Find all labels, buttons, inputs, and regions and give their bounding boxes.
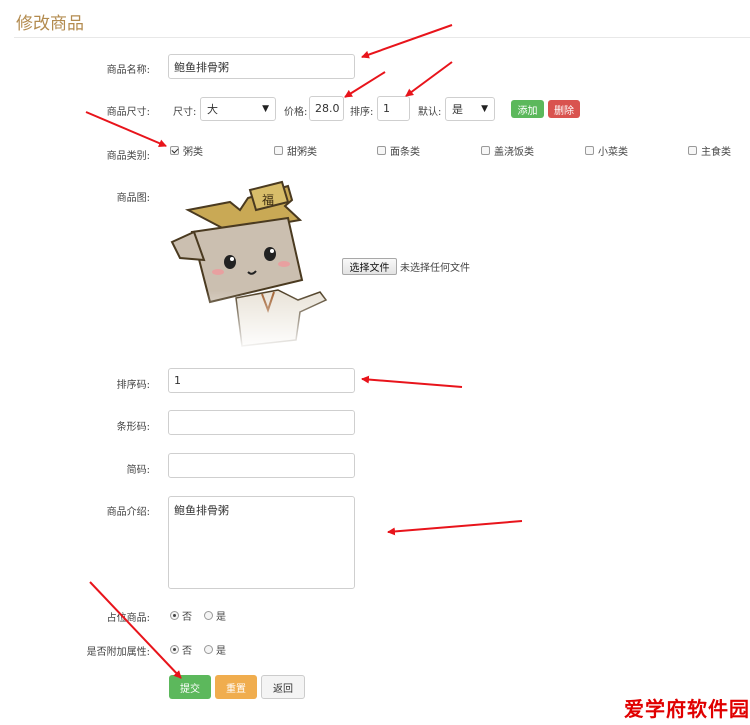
arrow-to-name	[361, 24, 453, 59]
arrow-to-sort-code	[361, 375, 463, 388]
arrow-to-intro	[387, 520, 523, 536]
arrow-to-price	[344, 71, 386, 98]
watermark-text: 爱学府软件园	[624, 697, 750, 721]
arrow-to-sort	[405, 61, 453, 97]
arrow-to-category	[85, 111, 167, 147]
arrow-to-submit	[89, 581, 182, 679]
annotation-arrows	[85, 24, 523, 679]
